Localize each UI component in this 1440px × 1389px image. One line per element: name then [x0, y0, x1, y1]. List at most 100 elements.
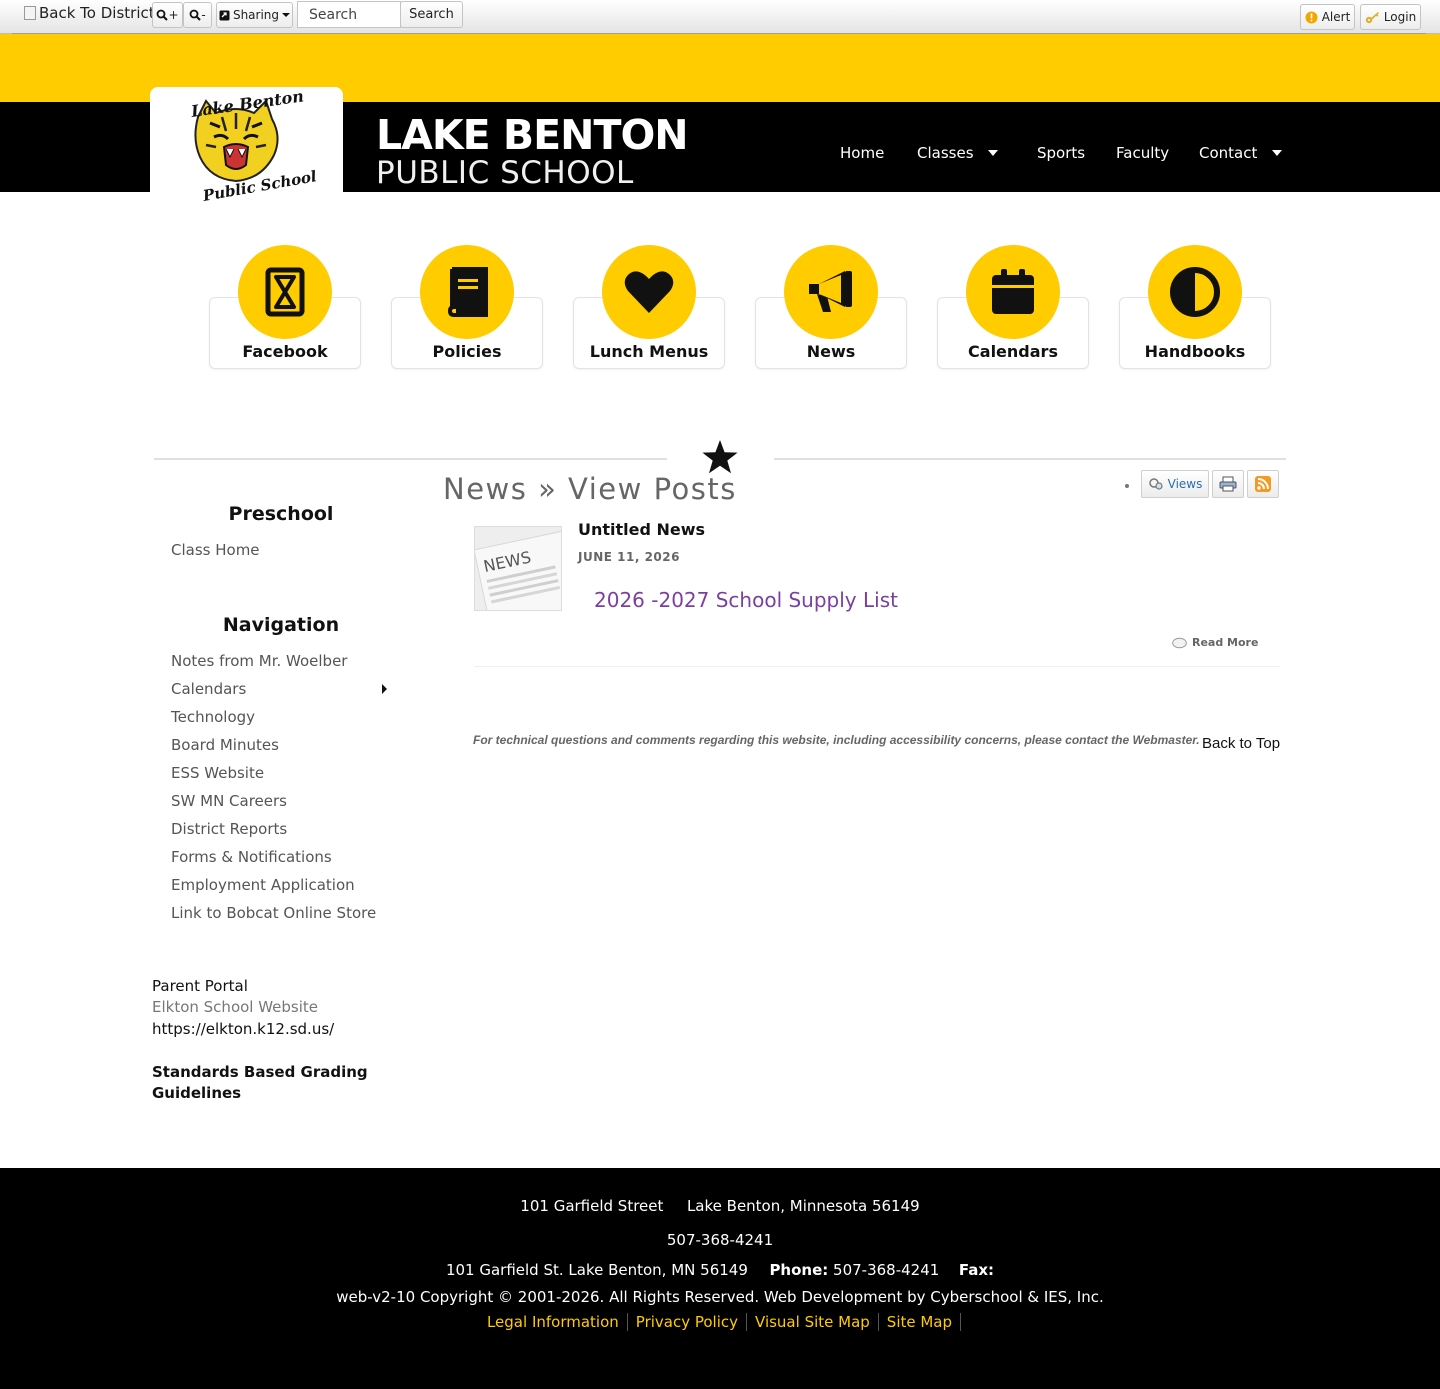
- sidebar-item-forms[interactable]: Forms & Notifications: [171, 848, 332, 866]
- classes-dropdown-caret-icon[interactable]: [988, 150, 998, 156]
- post-date: JUNE 11, 2026: [578, 550, 680, 564]
- sidebar-item-bobcat-store[interactable]: Link to Bobcat Online Store: [171, 904, 376, 922]
- footer-fax-label: Fax:: [958, 1261, 995, 1279]
- elkton-website-link[interactable]: Elkton School Website: [152, 998, 318, 1016]
- nav-contact[interactable]: Contact: [1199, 144, 1257, 164]
- calendar-icon: [992, 269, 1034, 314]
- submenu-arrow-icon[interactable]: [382, 684, 387, 694]
- quick-link-label: Facebook: [242, 342, 328, 361]
- elkton-url[interactable]: https://elkton.k12.sd.us/: [152, 1020, 334, 1038]
- sidebar-item-district-reports[interactable]: District Reports: [171, 820, 287, 838]
- sidebar-item-notes[interactable]: Notes from Mr. Woelber: [171, 652, 347, 670]
- back-to-district-link[interactable]: Back To District: [24, 4, 155, 22]
- views-button[interactable]: Views: [1141, 470, 1209, 498]
- search-button[interactable]: Search: [400, 1, 463, 28]
- rss-icon: [1255, 476, 1271, 492]
- print-button[interactable]: [1212, 470, 1244, 498]
- nav-home[interactable]: Home: [840, 144, 884, 164]
- zoom-in-label: +: [168, 8, 179, 22]
- contact-dropdown-caret-icon[interactable]: [1272, 150, 1282, 156]
- sidebar-item-class-home[interactable]: Class Home: [171, 541, 260, 559]
- list-bullet: [1125, 484, 1129, 488]
- sidebar-item-board-minutes[interactable]: Board Minutes: [171, 736, 279, 754]
- newspaper-icon: NEWS: [475, 527, 561, 610]
- school-name-line1: LAKE BENTON: [376, 111, 689, 159]
- sidebar-item-ess-website[interactable]: ESS Website: [171, 764, 264, 782]
- quick-link-calendars[interactable]: Calendars: [937, 245, 1089, 369]
- nav-classes[interactable]: Classes: [917, 144, 974, 164]
- news-thumbnail[interactable]: NEWS: [474, 526, 562, 611]
- zoom-in-button[interactable]: +: [152, 2, 183, 28]
- parent-portal-link[interactable]: Parent Portal: [152, 977, 248, 995]
- zoom-out-label: -: [201, 8, 206, 22]
- search-input[interactable]: Search: [297, 1, 401, 28]
- quick-link-circle: [602, 245, 696, 339]
- quick-link-circle: [420, 245, 514, 339]
- footer-phone-label: Phone:: [769, 1261, 829, 1279]
- school-name[interactable]: LAKE BENTON PUBLIC SCHOOL: [376, 111, 689, 189]
- quick-link-handbooks[interactable]: Handbooks: [1119, 245, 1271, 369]
- legal-information-link[interactable]: Legal Information: [478, 1313, 628, 1331]
- visual-site-map-link[interactable]: Visual Site Map: [747, 1313, 879, 1331]
- navigation-heading: Navigation: [222, 614, 340, 636]
- alert-label: Alert: [1321, 10, 1351, 24]
- sidebar-item-sw-mn-careers[interactable]: SW MN Careers: [171, 792, 287, 810]
- privacy-policy-link[interactable]: Privacy Policy: [627, 1313, 748, 1331]
- back-to-top-link[interactable]: Back to Top: [1202, 735, 1280, 752]
- views-label: Views: [1167, 477, 1203, 491]
- key-icon: [1365, 11, 1379, 23]
- sidebar-item-technology[interactable]: Technology: [171, 708, 255, 726]
- magnifier-plus-icon: [157, 9, 169, 21]
- preschool-heading: Preschool: [228, 503, 334, 525]
- site-map-link[interactable]: Site Map: [878, 1313, 962, 1331]
- quick-link-lunch-menus[interactable]: Lunch Menus: [573, 245, 725, 369]
- back-to-district-label: Back To District: [39, 4, 155, 22]
- school-logo[interactable]: Lake Benton Public School: [150, 86, 343, 209]
- quick-link-label: Handbooks: [1144, 342, 1246, 361]
- quick-link-label: Lunch Menus: [589, 342, 709, 361]
- nav-faculty[interactable]: Faculty: [1116, 144, 1169, 164]
- quick-link-label: Policies: [432, 342, 502, 361]
- footer-street: 101 Garfield Street: [520, 1197, 664, 1215]
- footer-phone: 507-368-4241: [666, 1231, 774, 1249]
- grading-guidelines-line1[interactable]: Standards Based Grading: [152, 1063, 368, 1081]
- quick-link-policies[interactable]: Policies: [391, 245, 543, 369]
- alert-button[interactable]: Alert: [1300, 4, 1355, 30]
- supply-list-link[interactable]: 2026 -2027 School Supply List: [594, 588, 898, 612]
- zoom-out-button[interactable]: -: [183, 2, 212, 28]
- speech-bubble-icon: [1172, 637, 1187, 648]
- quick-link-circle: [784, 245, 878, 339]
- footer-address-row: 101 Garfield Street Lake Benton, Minneso…: [0, 1197, 1440, 1215]
- alert-icon: [1305, 11, 1318, 23]
- grading-guidelines-line2[interactable]: Guidelines: [152, 1084, 241, 1102]
- site-footer: 101 Garfield Street Lake Benton, Minneso…: [0, 1168, 1440, 1389]
- share-icon: [219, 10, 230, 20]
- read-more-label: Read More: [1192, 636, 1259, 649]
- sidebar-item-employment[interactable]: Employment Application: [171, 876, 355, 894]
- post-separator: [474, 666, 1280, 667]
- star-icon: [702, 440, 738, 474]
- quick-link-news[interactable]: News: [755, 245, 907, 369]
- read-more-link[interactable]: Read More: [1172, 636, 1258, 649]
- sharing-dropdown[interactable]: Sharing: [216, 2, 293, 28]
- printer-icon: [1219, 476, 1237, 492]
- footer-city: Lake Benton, Minnesota 56149: [686, 1197, 920, 1215]
- login-button[interactable]: Login: [1360, 4, 1421, 30]
- technical-questions-note: For technical questions and comments reg…: [473, 733, 1200, 747]
- hourglass-icon: [265, 267, 305, 317]
- rss-button[interactable]: [1247, 470, 1279, 498]
- quick-link-circle: [966, 245, 1060, 339]
- broken-image-icon: [24, 6, 36, 20]
- divider-right: [774, 458, 1286, 460]
- quick-link-circle: [1148, 245, 1242, 339]
- post-title[interactable]: Untitled News: [578, 520, 705, 539]
- quick-link-circle: [238, 245, 332, 339]
- nav-sports[interactable]: Sports: [1037, 144, 1085, 164]
- heart-icon: [624, 271, 674, 313]
- half-circle-icon: [1170, 267, 1220, 317]
- quick-link-facebook[interactable]: Facebook: [209, 245, 361, 369]
- quick-link-label: News: [806, 342, 856, 361]
- footer-contact-row: 101 Garfield St. Lake Benton, MN 56149 P…: [0, 1261, 1440, 1279]
- sidebar-item-calendars[interactable]: Calendars: [171, 680, 246, 698]
- footer-phone-value: 507-368-4241: [833, 1261, 940, 1279]
